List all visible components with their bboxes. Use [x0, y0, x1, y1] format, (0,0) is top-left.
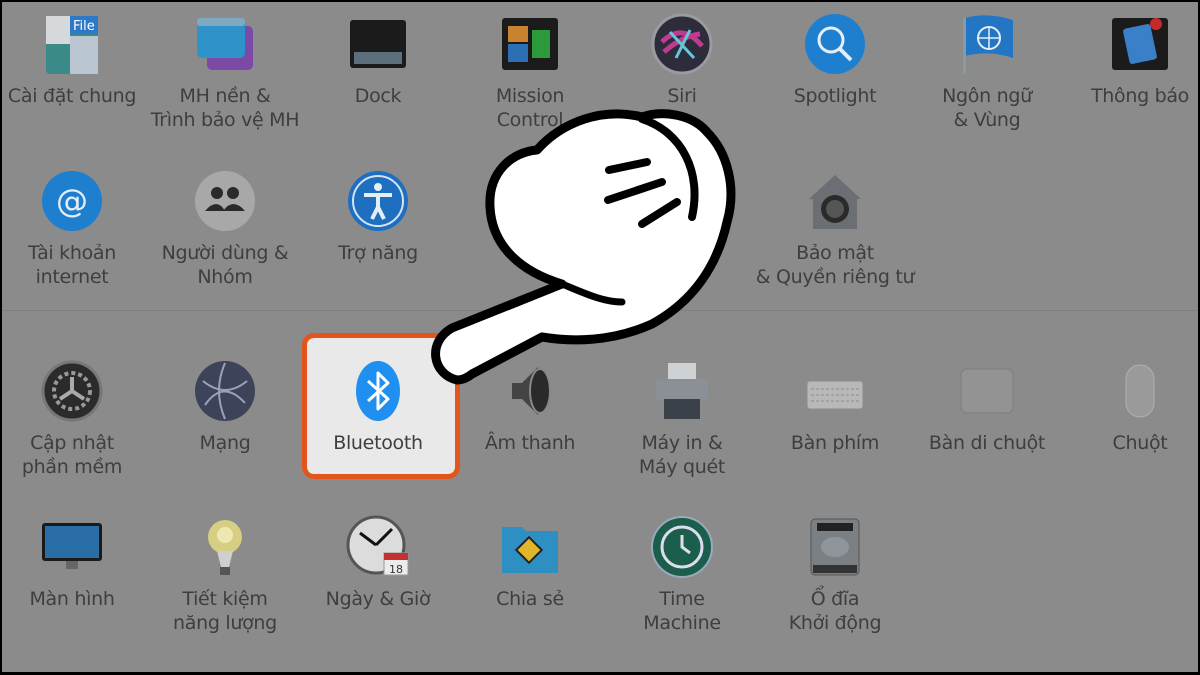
pref-pane-energy-saver[interactable]: Tiết kiệm năng lượng — [150, 515, 300, 645]
desktop-screensaver-icon — [193, 12, 257, 76]
pref-pane-mission-control[interactable]: Mission Control — [455, 12, 605, 142]
spotlight-icon — [803, 12, 867, 76]
pref-pane-sharing[interactable]: Chia sẻ — [455, 515, 605, 645]
svg-text:18: 18 — [389, 563, 403, 576]
notifications-icon — [1108, 12, 1172, 76]
pref-pane-time-machine[interactable]: Time Machine — [607, 515, 757, 645]
internet-accounts-icon: @ — [40, 169, 104, 233]
security-privacy-icon — [803, 169, 867, 233]
pref-pane-label: Spotlight — [793, 85, 877, 107]
pref-pane-label: MH nền & Trình bảo vệ MH — [150, 85, 300, 131]
displays-icon — [40, 515, 104, 579]
pref-pane-sound[interactable]: Âm thanh — [455, 359, 605, 489]
extensions-icon — [650, 169, 714, 233]
pref-pane-notifications[interactable]: Thông báo — [1065, 12, 1198, 142]
pref-pane-siri[interactable]: Siri — [607, 12, 757, 142]
printers-scanners-icon — [650, 359, 714, 423]
keyboard-icon — [803, 359, 867, 423]
energy-saver-icon — [193, 515, 257, 579]
pref-pane-label: Thông báo — [1090, 85, 1190, 107]
pref-pane-label: Mission Control — [495, 85, 565, 131]
pref-pane-keyboard[interactable]: Bàn phím — [760, 359, 910, 489]
pref-pane-label: Time Machine — [643, 588, 721, 634]
pref-pane-label: Cập nhật phần mềm — [21, 432, 123, 478]
pref-pane-users-groups[interactable]: Người dùng & Nhóm — [150, 169, 300, 299]
svg-text:File: File — [73, 19, 95, 34]
mission-control-icon — [498, 12, 562, 76]
pref-pane-general[interactable]: File Cài đặt chung — [2, 12, 147, 142]
pref-pane-label: Trợ năng — [338, 242, 418, 264]
language-region-icon — [955, 12, 1019, 76]
pref-pane-label: Ổ đĩa Khởi động — [788, 588, 882, 634]
users-groups-icon — [193, 169, 257, 233]
svg-text:@: @ — [56, 182, 88, 220]
pref-pane-printers-scanners[interactable]: Máy in & Máy quét — [607, 359, 757, 489]
system-preferences-window: File Cài đặt chung MH nền & Trình bảo vệ M… — [2, 2, 1198, 672]
pref-pane-label: Máy in & Máy quét — [638, 432, 726, 478]
pref-pane-internet-accounts[interactable]: @ Tài khoản internet — [2, 169, 147, 299]
pref-pane-software-update[interactable]: Cập nhật phần mềm — [2, 359, 147, 489]
pref-pane-label: Bàn phím — [790, 432, 880, 454]
pref-pane-label: Siri — [667, 85, 697, 107]
pref-pane-label: Người dùng & Nhóm — [161, 242, 289, 288]
pref-pane-language-region[interactable]: Ngôn ngữ & Vùng — [912, 12, 1062, 142]
startup-disk-icon — [803, 515, 867, 579]
sound-icon — [498, 359, 562, 423]
section-divider — [2, 310, 1198, 311]
pref-pane-label: Mạng — [199, 432, 251, 454]
pref-pane-network[interactable]: Mạng — [150, 359, 300, 489]
pref-pane-date-time[interactable]: 18 Ngày & Giờ — [303, 515, 453, 645]
pref-pane-label: Ngôn ngữ & Vùng — [942, 85, 1032, 131]
pref-pane-label: Chuột — [1112, 432, 1168, 454]
pref-pane-displays[interactable]: Màn hình — [2, 515, 147, 645]
pref-pane-label: Tiết kiệm năng lượng — [173, 588, 277, 634]
pref-pane-extensions[interactable]: rộng — [607, 169, 757, 299]
mouse-icon — [1108, 359, 1172, 423]
pref-pane-label: Âm thanh — [484, 432, 576, 454]
date-time-icon: 18 — [346, 515, 410, 579]
pref-pane-label: Dock — [354, 85, 402, 107]
accessibility-icon — [346, 169, 410, 233]
pref-pane-label: Ngày & Giờ — [325, 588, 431, 610]
pref-pane-dock[interactable]: Dock — [303, 12, 453, 142]
network-icon — [193, 359, 257, 423]
sharing-icon — [498, 515, 562, 579]
pref-pane-security-privacy[interactable]: Bảo mật & Quyền riêng tư — [756, 169, 915, 299]
pref-pane-accessibility[interactable]: Trợ năng — [303, 169, 453, 299]
dock-icon — [346, 12, 410, 76]
pref-pane-startup-disk[interactable]: Ổ đĩa Khởi động — [760, 515, 910, 645]
pref-pane-label: Chia sẻ — [496, 588, 564, 610]
pref-pane-mouse[interactable]: Chuột — [1065, 359, 1198, 489]
bluetooth-icon — [346, 359, 410, 423]
pref-pane-label: Bảo mật & Quyền riêng tư — [755, 242, 915, 288]
general-icon: File — [40, 12, 104, 76]
pref-pane-label: Tài khoản internet — [27, 242, 116, 288]
pref-pane-bluetooth[interactable]: Bluetooth — [303, 359, 453, 489]
time-machine-icon — [650, 515, 714, 579]
pref-pane-desktop-screensaver[interactable]: MH nền & Trình bảo vệ MH — [150, 12, 300, 142]
pref-pane-label: Bluetooth — [333, 432, 423, 454]
pref-pane-label: Cài đặt chung — [7, 85, 137, 107]
pref-pane-trackpad[interactable]: Bàn di chuột — [912, 359, 1062, 489]
pref-pane-spotlight[interactable]: Spotlight — [760, 12, 910, 142]
pref-pane-hidden[interactable] — [455, 169, 605, 299]
trackpad-icon — [955, 359, 1019, 423]
pref-pane-label: Bàn di chuột — [928, 432, 1046, 454]
software-update-icon — [40, 359, 104, 423]
pref-pane-label: Màn hình — [29, 588, 115, 610]
siri-icon — [650, 12, 714, 76]
hidden-icon — [498, 169, 562, 233]
